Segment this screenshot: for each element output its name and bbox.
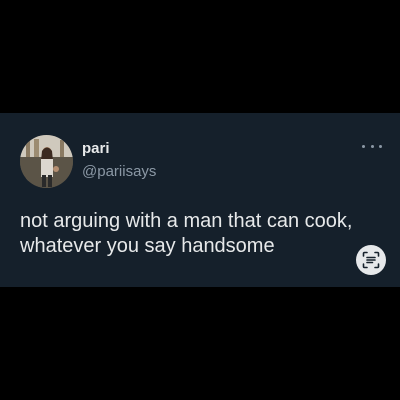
username-handle[interactable]: @pariisays xyxy=(82,163,156,181)
tweet-text: not arguing with a man that can cook, wh… xyxy=(20,210,353,257)
display-name[interactable]: pari xyxy=(82,140,110,158)
more-horizontal-icon[interactable] xyxy=(362,141,382,151)
avatar[interactable] xyxy=(20,135,73,188)
text-scan-icon[interactable] xyxy=(356,245,386,275)
tweet-card: pari @pariisays not arguing with a man t… xyxy=(0,113,400,287)
